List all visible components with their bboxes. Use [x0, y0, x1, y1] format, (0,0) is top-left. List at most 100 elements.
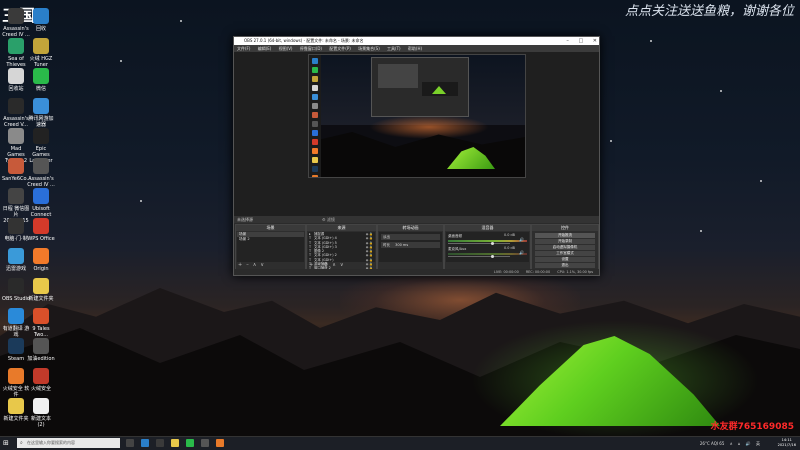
desktop-icon[interactable]: 有道翻译 游戏 — [2, 308, 30, 338]
menu-scene-collection[interactable]: 场景集合(S) — [358, 46, 380, 51]
transitions-dock: 转场动画 淡出 时长 300 ms — [377, 224, 444, 270]
star — [120, 60, 122, 62]
app-taskbar-icon[interactable] — [216, 439, 224, 447]
menu-help[interactable]: 帮助(H) — [408, 46, 422, 51]
app-icon — [33, 338, 49, 354]
exit-button[interactable]: 退出 — [535, 263, 595, 268]
duration-value: 300 ms — [395, 243, 409, 247]
close-icon[interactable]: ✕ — [593, 38, 597, 44]
maximize-icon[interactable]: □ — [578, 38, 583, 44]
start-recording-button[interactable]: 开始录制 — [535, 239, 595, 244]
app-icon — [33, 68, 49, 84]
transition-type-select[interactable]: 淡出 — [381, 234, 440, 240]
desktop-icon[interactable]: SanYe6Co... — [2, 158, 31, 182]
desktop-icon[interactable]: 电脑·门·制 — [2, 218, 30, 242]
desktop-icon[interactable]: 加油edition — [27, 338, 55, 362]
app-icon — [33, 98, 49, 114]
menu-profile[interactable]: 配置文件(P) — [329, 46, 351, 51]
windows-start-icon[interactable]: ⊞ — [3, 439, 12, 448]
menu-tools[interactable]: 工具(T) — [387, 46, 401, 51]
obs-context-bar: 未选择源 ⚙ 滤镜 — [234, 216, 599, 223]
desktop-icon-label: 新建文件夹 — [3, 416, 29, 422]
up-icon[interactable]: ∧ — [332, 262, 336, 268]
desktop-icon[interactable]: OBS Studio — [2, 278, 30, 302]
desktop-icon[interactable]: 9 Tales Two... — [27, 308, 55, 338]
desktop-icon-label: 回收 — [35, 26, 46, 32]
transition-duration-field[interactable]: 时长 300 ms — [381, 242, 440, 248]
desktop-icon[interactable]: 回收 — [27, 8, 55, 32]
taskbar-clock[interactable]: 14:11 2021/7/16 — [778, 438, 796, 448]
down-icon[interactable]: ∨ — [260, 262, 264, 268]
obs-titlebar[interactable]: OBS 27.0.1 (64-bit, windows) - 配置文件: 未命名… — [234, 37, 599, 45]
chevron-up-icon[interactable]: ∧ — [730, 441, 733, 446]
start-streaming-button[interactable]: 开始推流 — [535, 233, 595, 238]
speaker-icon[interactable]: 🔊 — [519, 237, 524, 242]
desktop-icon[interactable]: Sea of Thieves — [2, 38, 30, 68]
filters-button[interactable]: ⚙ 滤镜 — [322, 216, 335, 223]
edge-icon[interactable] — [141, 439, 149, 447]
track-name: 桌面音频 — [448, 234, 462, 238]
file-explorer-icon[interactable] — [171, 439, 179, 447]
add-icon[interactable]: + — [309, 262, 313, 268]
desktop-icon-label: 有道翻译 游戏 — [2, 326, 30, 338]
track-name: 麦克风/Aux — [448, 247, 467, 251]
ime-indicator[interactable]: 英 — [756, 441, 760, 446]
desktop-icon-label: Assassin's Creed IV ... — [2, 26, 30, 38]
add-icon[interactable]: + — [238, 262, 242, 268]
volume-slider[interactable] — [448, 242, 510, 245]
wechat-taskbar-icon[interactable] — [186, 439, 194, 447]
obs-taskbar-icon[interactable] — [156, 439, 164, 447]
banner-text: 点点关注送送鱼粮，谢谢各位 — [624, 4, 794, 19]
volume-slider[interactable] — [448, 255, 510, 258]
desktop-icon[interactable]: 火绒安全 软件 — [2, 368, 30, 398]
menu-file[interactable]: 文件(F) — [237, 46, 250, 51]
settings-button[interactable]: 设置 — [535, 257, 595, 262]
desktop-icon[interactable]: Origin — [27, 248, 55, 272]
desktop-icon[interactable]: Assassin's Creed IV ... — [2, 8, 30, 38]
app-icon — [33, 218, 49, 234]
network-icon[interactable]: ⌂ — [738, 441, 741, 446]
desktop-icon[interactable]: Assassin's Creed IV ... — [27, 158, 55, 188]
no-source-label: 未选择源 — [237, 217, 253, 222]
down-icon[interactable]: ∨ — [340, 262, 344, 268]
desktop-icon[interactable]: WPS Office — [27, 218, 55, 242]
desktop-icon[interactable]: 迅雷游戏 — [2, 248, 30, 272]
taskbar-search-input[interactable]: ⌕ 在这里输入你要搜索的内容 — [17, 438, 120, 448]
desktop-icon[interactable]: 新建文本 (2) — [27, 398, 55, 428]
desktop-icon[interactable]: 新建文件夹 — [2, 398, 30, 422]
up-icon[interactable]: ∧ — [253, 262, 257, 268]
virtual-camera-button[interactable]: 启动虚拟摄像机 — [535, 245, 595, 250]
desktop-icon[interactable]: 新建文件夹 — [27, 278, 55, 302]
sources-dock-title: 来源 — [307, 225, 376, 231]
preview-canvas[interactable] — [308, 54, 526, 178]
desktop-icon[interactable]: 微信 — [27, 68, 55, 92]
desktop-icon[interactable]: Ubisoft Connect — [27, 188, 55, 218]
menu-docks[interactable]: 停靠窗口(D) — [300, 46, 322, 51]
volume-icon[interactable]: 🔊 — [746, 441, 751, 446]
menu-view[interactable]: 视图(V) — [279, 46, 293, 51]
obs-window[interactable]: OBS 27.0.1 (64-bit, windows) - 配置文件: 未命名… — [233, 36, 600, 276]
desktop-icon[interactable]: 腾讯网游加速器 — [27, 98, 55, 128]
menu-edit[interactable]: 编辑(E) — [258, 46, 272, 51]
mixer-track-mic: 麦克风/Aux 0.0 dB 🔊 — [448, 246, 527, 258]
app-icon — [8, 8, 24, 24]
scene-item[interactable]: 场景 2 — [237, 237, 304, 242]
desktop-icon[interactable]: Assassin's Creed V... — [2, 98, 30, 128]
remove-icon[interactable]: – — [246, 262, 249, 268]
desktop-icon[interactable]: 回收站 — [2, 68, 30, 92]
app-taskbar-icon[interactable] — [201, 439, 209, 447]
studio-mode-button[interactable]: 工作室模式 — [535, 251, 595, 256]
remove-icon[interactable]: – — [317, 262, 320, 268]
obs-statusbar: LIVE: 00:00:00 REC: 00:00:00 CPU: 1.1%, … — [234, 269, 599, 275]
task-view-icon[interactable] — [126, 439, 134, 447]
speaker-icon[interactable]: 🔊 — [519, 250, 524, 255]
mixer-dock: 混音器 桌面音频 0.0 dB 🔊 麦克风/Aux 0.0 dB 🔊 — [444, 224, 531, 270]
minimize-icon[interactable]: – — [566, 38, 569, 44]
desktop-icon[interactable]: 火绒安全 — [27, 368, 55, 392]
desktop-icon-label: 电脑·门·制 — [4, 236, 28, 242]
gear-icon[interactable]: ⚙ — [324, 262, 328, 268]
desktop-icon[interactable]: 火绒 HGZ Tuner — [27, 38, 55, 68]
obs-menubar: 文件(F) 编辑(E) 视图(V) 停靠窗口(D) 配置文件(P) 场景集合(S… — [234, 45, 599, 52]
desktop-icon[interactable]: Steam — [2, 338, 30, 362]
weather-text[interactable]: 26°C AQI 65 — [700, 441, 725, 446]
